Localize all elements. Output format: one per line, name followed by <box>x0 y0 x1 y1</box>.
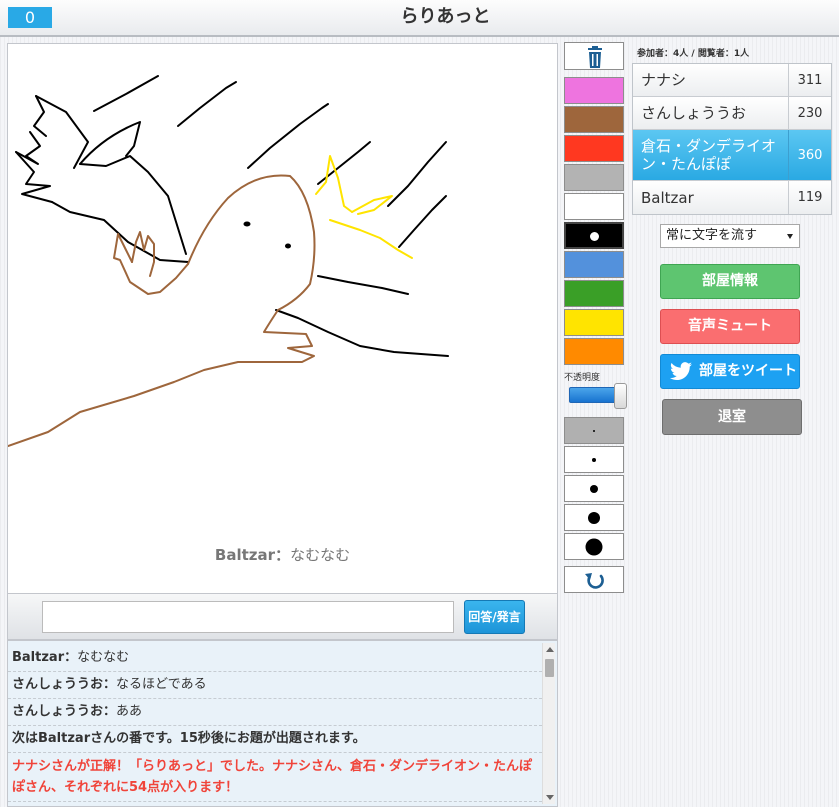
tweet-room-button[interactable]: 部屋をツイート <box>660 354 800 389</box>
chat-author: さんしょううお <box>12 677 104 692</box>
chat-text: ああ <box>116 704 143 719</box>
tweet-room-label: 部屋をツイート <box>699 363 797 379</box>
leave-room-button[interactable]: 退室 <box>662 399 802 435</box>
color-swatch[interactable] <box>564 135 624 162</box>
answer-bar: 回答/発言 <box>7 594 558 640</box>
answer-button[interactable]: 回答/発言 <box>464 600 525 634</box>
chevron-down-icon <box>787 234 793 239</box>
player-score: 311 <box>788 64 831 96</box>
player-row: ナナシ 311 <box>633 64 831 97</box>
chat-text: なむなむ <box>77 650 130 665</box>
correct-answer-message: ナナシさんが正解！「らりあっと」でした。ナナシさん、倉石・ダンデライオン・たんぽ… <box>8 753 542 802</box>
chat-message: Baltzar：なむなむ <box>8 645 542 672</box>
color-swatch[interactable] <box>564 77 624 104</box>
color-swatch[interactable] <box>564 222 624 249</box>
viewers-label: 閲覧者： <box>697 49 734 59</box>
chat-author: Baltzar <box>12 650 65 665</box>
chat-separator: ： <box>103 704 117 719</box>
chat-log[interactable]: Baltzar：なむなむ さんしょううお：なるほどである さんしょううお：ああ … <box>7 640 558 807</box>
page-title: らりあっと <box>400 6 491 27</box>
undo-button[interactable] <box>564 566 624 593</box>
twitter-bird-icon <box>670 362 692 381</box>
color-swatch[interactable] <box>564 309 624 336</box>
caption-separator: ： <box>275 546 291 564</box>
color-swatch[interactable] <box>564 193 624 220</box>
counts-divider: / <box>688 49 698 59</box>
opacity-label: 不透明度 <box>564 373 601 383</box>
mute-button[interactable]: 音声ミュート <box>660 309 800 344</box>
room-info-button[interactable]: 部屋情報 <box>660 264 800 299</box>
color-swatch[interactable] <box>564 164 624 191</box>
participants-count: 4人 <box>673 49 689 59</box>
player-score: 360 <box>788 130 831 180</box>
player-score: 230 <box>788 97 831 129</box>
answer-input[interactable] <box>42 601 454 633</box>
player-name: 倉石・ダンデライオン・たんぽぽ <box>641 137 777 173</box>
pen-size-dot-icon <box>588 511 600 524</box>
caption-text: なむなむ <box>290 546 351 564</box>
chat-separator: ： <box>64 650 78 665</box>
color-swatch[interactable] <box>564 338 624 365</box>
participants-label: 参加者： <box>637 49 674 59</box>
color-swatch[interactable] <box>564 280 624 307</box>
pen-size-button[interactable] <box>564 417 624 444</box>
trash-icon <box>588 46 602 68</box>
player-name: Baltzar <box>641 188 694 207</box>
scroll-up-icon[interactable] <box>546 647 554 652</box>
opacity-slider-handle[interactable] <box>614 383 627 409</box>
pen-size-button[interactable] <box>564 533 624 560</box>
player-score: 119 <box>788 181 831 214</box>
player-row-drawer: 倉石・ダンデライオン・たんぽぽ 360 <box>633 130 831 181</box>
room-counts: 参加者：4人 / 閲覧者：1人 <box>637 46 749 59</box>
chat-separator: ： <box>103 677 117 692</box>
opacity-slider[interactable] <box>569 387 619 403</box>
chat-message: さんしょううお：ああ <box>8 699 542 726</box>
undo-icon <box>585 573 604 589</box>
chat-scrollbar[interactable] <box>542 643 555 804</box>
player-list: ナナシ 311 さんしょううお 230 倉石・ダンデライオン・たんぽぽ 360 … <box>632 63 832 215</box>
player-name: ナナシ <box>641 71 687 89</box>
pen-size-dot-icon <box>593 429 595 432</box>
system-message: 次はBaltzarさんの番です。15秒後にお題が出題されます。 <box>8 726 542 753</box>
chat-message: さんしょううお：なるほどである <box>8 672 542 699</box>
pen-size-button[interactable] <box>564 446 624 473</box>
chat-author: さんしょううお <box>12 704 104 719</box>
player-row: Baltzar 119 <box>633 181 831 214</box>
scroll-thumb[interactable] <box>545 659 554 677</box>
drawing-strokes <box>8 75 449 447</box>
drawing-canvas[interactable]: Baltzar：なむなむ <box>7 43 558 594</box>
chat-list: Baltzar：なむなむ さんしょううお：なるほどである さんしょううお：ああ … <box>8 645 542 802</box>
scroll-down-icon[interactable] <box>546 795 554 800</box>
text-scroll-select[interactable]: 常に文字を流す <box>660 224 800 248</box>
text-scroll-select-value: 常に文字を流す <box>666 228 758 243</box>
clear-canvas-button[interactable] <box>564 42 624 70</box>
pen-size-dot-icon <box>585 538 603 555</box>
color-swatch[interactable] <box>564 251 624 278</box>
color-swatch[interactable] <box>564 106 624 133</box>
pen-size-dot-icon <box>590 484 598 493</box>
pen-size-dot-icon <box>592 457 596 462</box>
chat-text: なるほどである <box>116 677 207 692</box>
pen-size-button[interactable] <box>564 475 624 502</box>
player-name: さんしょううお <box>641 104 747 122</box>
caption-name: Baltzar <box>214 546 276 564</box>
pen-size-button[interactable] <box>564 504 624 531</box>
viewers-count: 1人 <box>733 49 750 59</box>
canvas-caption: Baltzar：なむなむ <box>8 544 557 565</box>
player-row: さんしょううお 230 <box>633 97 831 130</box>
